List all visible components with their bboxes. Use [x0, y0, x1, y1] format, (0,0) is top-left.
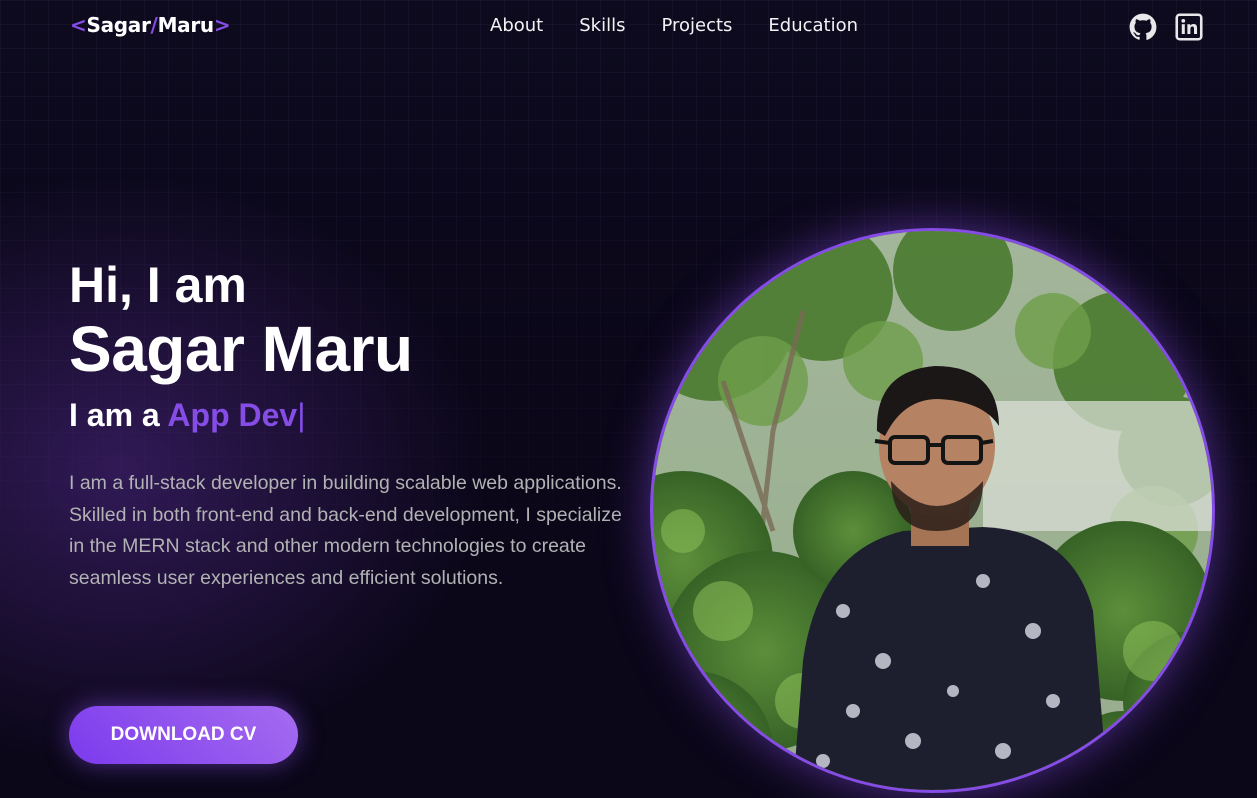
github-icon[interactable] — [1129, 13, 1157, 41]
logo-last-name: Maru — [157, 13, 215, 37]
logo-close-bracket: > — [213, 13, 231, 37]
role-prefix: I am a — [69, 397, 160, 433]
nav-link-education[interactable]: Education — [768, 15, 858, 36]
nav-link-projects[interactable]: Projects — [661, 15, 732, 36]
download-cv-button[interactable]: DOWNLOAD CV — [69, 706, 298, 764]
hero-name: Sagar Maru — [69, 313, 413, 385]
hero-greeting: Hi, I am — [69, 257, 247, 313]
typing-cursor: | — [297, 397, 306, 433]
hero-role: I am a App Dev| — [69, 397, 629, 434]
logo-first-name: Sagar — [86, 13, 151, 37]
site-logo[interactable]: <Sagar/Maru> — [70, 13, 231, 37]
logo-slash: / — [150, 13, 158, 37]
nav-link-about[interactable]: About — [490, 15, 543, 36]
hero-description: I am a full-stack developer in building … — [69, 472, 622, 589]
nav-links: About Skills Projects Education — [490, 15, 894, 36]
profile-photo — [650, 228, 1215, 793]
navbar: <Sagar/Maru> About Skills Projects Educa… — [0, 0, 1257, 54]
social-links — [1129, 13, 1203, 41]
nav-link-skills[interactable]: Skills — [579, 15, 625, 36]
role-typed-text: App Dev — [167, 397, 298, 433]
hero-section: Hi, I am Sagar Maru I am a App Dev| I am… — [69, 255, 629, 594]
linkedin-icon[interactable] — [1175, 13, 1203, 41]
logo-open-bracket: < — [70, 13, 87, 37]
profile-photo-illustration — [653, 231, 1212, 790]
